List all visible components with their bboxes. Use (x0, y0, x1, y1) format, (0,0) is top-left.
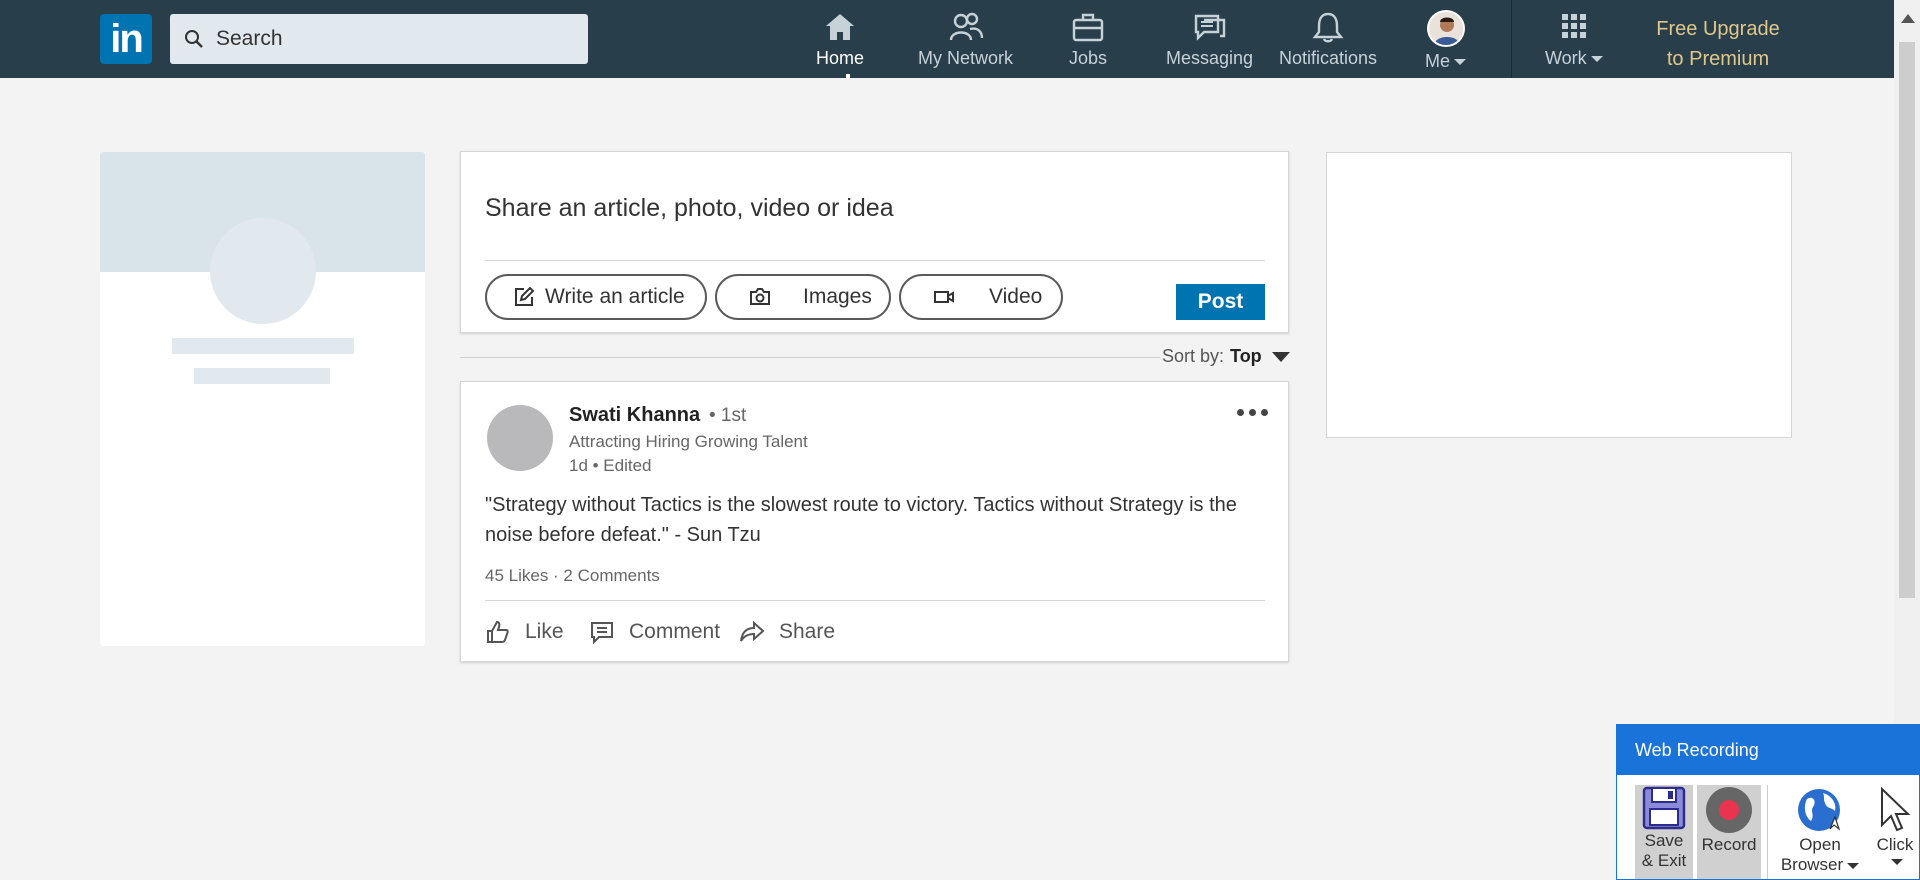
nav-work-label: Work (1545, 48, 1603, 69)
video-camera-icon (934, 291, 954, 303)
images-label: Images (803, 285, 872, 308)
open-browser-label-2: Browser (1781, 855, 1860, 875)
chevron-down-icon (1847, 862, 1860, 869)
post-timestamp: 1d • Edited (569, 456, 652, 475)
profile-card-placeholder (100, 152, 425, 646)
nav-me[interactable]: Me (1425, 10, 1467, 72)
nav-messaging-label: Messaging (1166, 48, 1254, 68)
nav-my-network[interactable]: My Network (918, 10, 1013, 72)
globe-icon (1798, 789, 1841, 831)
post-divider (485, 600, 1265, 601)
floppy-disk-icon (1642, 786, 1686, 830)
premium-line-1: Free Upgrade (1656, 18, 1780, 40)
open-browser-button[interactable]: Open Browser (1775, 785, 1865, 875)
linkedin-logo[interactable]: in (100, 14, 152, 64)
like-label: Like (525, 620, 564, 643)
like-button[interactable]: Like (485, 619, 564, 645)
thumbs-up-icon (487, 620, 509, 643)
feed-post: Swati Khanna • 1st Attracting Hiring Gro… (460, 381, 1289, 662)
write-article-label: Write an article (545, 285, 685, 308)
search-input[interactable] (214, 26, 578, 52)
profile-photo-icon (1429, 12, 1463, 45)
comment-icon (591, 622, 613, 645)
home-icon (826, 14, 854, 40)
toolbar-divider (1767, 785, 1768, 879)
images-button[interactable]: Images (715, 274, 891, 320)
avatar (1426, 10, 1465, 47)
nav-home-label: Home (816, 48, 865, 68)
right-rail-card (1326, 152, 1792, 438)
share-prompt[interactable]: Share an article, photo, video or idea (485, 194, 894, 223)
more-options-icon[interactable] (1237, 409, 1268, 416)
nav-work[interactable]: Work (1545, 10, 1603, 72)
sort-dropdown[interactable]: Sort by: Top (1162, 346, 1290, 367)
comment-button[interactable]: Comment (589, 619, 720, 645)
click-label: Click (1876, 835, 1914, 854)
video-label: Video (989, 285, 1043, 308)
search-icon (185, 30, 203, 48)
cursor-icon (1881, 786, 1911, 832)
grid-icon (1561, 14, 1586, 38)
search-box[interactable] (170, 14, 588, 64)
nav-notifications[interactable]: Notifications (1279, 10, 1377, 72)
chevron-down-icon (1454, 59, 1467, 66)
briefcase-icon (1072, 13, 1104, 42)
nav-me-label: Me (1425, 51, 1467, 72)
click-button[interactable]: Click (1867, 785, 1919, 865)
profile-name-placeholder (172, 338, 354, 354)
nav-divider (1511, 0, 1512, 78)
messaging-icon (1194, 14, 1225, 41)
web-recording-title: Web Recording (1617, 725, 1919, 775)
profile-photo-placeholder (210, 218, 316, 324)
comment-label: Comment (629, 620, 721, 643)
web-recording-panel: Web Recording Save & Exit Record Open Br… (1616, 724, 1920, 880)
nav-jobs[interactable]: Jobs (1069, 10, 1107, 72)
active-indicator (846, 74, 850, 78)
nav-notifications-label: Notifications (1279, 48, 1378, 68)
premium-upgrade-link[interactable]: Free Upgrade to Premium (1640, 14, 1796, 74)
nav-home[interactable]: Home (816, 10, 864, 72)
bell-icon (1312, 12, 1344, 43)
sort-divider (460, 357, 1160, 358)
open-browser-label-1: Open (1799, 835, 1841, 854)
profile-headline-placeholder (194, 368, 330, 384)
write-article-button[interactable]: Write an article (485, 274, 707, 320)
save-exit-label-1: Save (1644, 831, 1684, 850)
nav-jobs-label: Jobs (1069, 48, 1108, 68)
post-body: "Strategy without Tactics is the slowest… (485, 494, 1237, 546)
save-exit-label-2: & Exit (1641, 851, 1687, 870)
nav-my-network-label: My Network (918, 48, 1014, 68)
scrollbar-thumb[interactable] (1899, 42, 1915, 598)
sort-value: Top (1230, 346, 1262, 366)
network-icon (949, 12, 983, 41)
top-nav-bar: in Home My Network Jobs (0, 0, 1894, 78)
chevron-down-icon (1891, 859, 1903, 865)
share-button[interactable]: Share (739, 619, 835, 645)
record-icon (1706, 787, 1752, 833)
record-button[interactable]: Record (1697, 785, 1761, 879)
post-button[interactable]: Post (1176, 284, 1265, 320)
connection-degree: • 1st (709, 405, 747, 426)
scroll-up-icon[interactable] (1901, 14, 1915, 23)
share-divider (485, 260, 1265, 261)
post-author-name[interactable]: Swati Khanna (569, 404, 700, 427)
premium-line-2: to Premium (1666, 48, 1770, 70)
edit-icon (515, 286, 535, 306)
share-arrow-icon (740, 620, 765, 642)
sort-label: Sort by: (1162, 346, 1225, 366)
caret-down-icon (1271, 351, 1290, 362)
camera-icon (750, 288, 770, 305)
video-button[interactable]: Video (899, 274, 1063, 320)
author-avatar[interactable] (487, 405, 553, 471)
social-counts[interactable]: 45 Likes · 2 Comments (485, 566, 660, 586)
save-exit-button[interactable]: Save & Exit (1635, 785, 1693, 879)
share-box: Share an article, photo, video or idea W… (460, 151, 1289, 333)
chevron-down-icon (1590, 56, 1603, 63)
author-headline: Attracting Hiring Growing Talent (569, 432, 808, 451)
nav-messaging[interactable]: Messaging (1166, 10, 1253, 72)
record-label: Record (1701, 835, 1757, 854)
share-label: Share (779, 620, 836, 643)
